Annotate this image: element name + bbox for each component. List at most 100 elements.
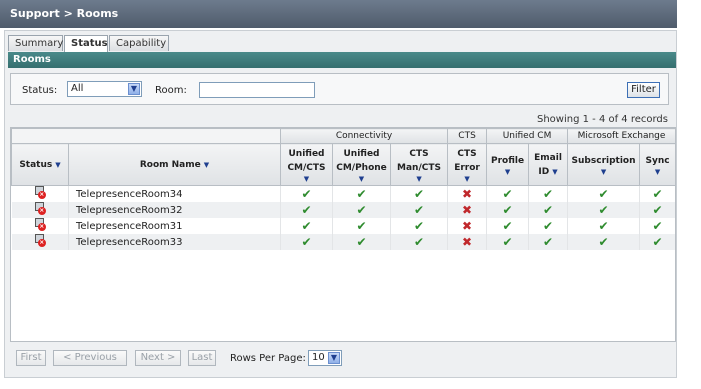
chevron-down-icon[interactable]: ▼: [128, 83, 140, 95]
col-label-line2: ID: [538, 166, 550, 177]
room-name-cell[interactable]: TelepresenceRoom33: [68, 234, 281, 250]
sort-down-arrow-icon[interactable]: ▼: [204, 161, 209, 169]
col-label-line2: Error: [454, 162, 480, 173]
subscription-cell: ✔: [567, 202, 641, 218]
previous-page-button[interactable]: < Previous: [53, 350, 127, 366]
sort-down-arrow-icon[interactable]: ▼: [487, 168, 528, 176]
col-unified-cm-cts[interactable]: Unified CM/CTS ▼: [280, 143, 333, 186]
man-cts-cell: ✔: [390, 185, 449, 202]
man-cts-cell: ✔: [390, 202, 449, 218]
cm-phone-cell: ✔: [332, 185, 391, 202]
col-label-line2: CM/CTS: [287, 162, 326, 173]
room-error-icon: ×: [34, 186, 46, 199]
status-filter-label: Status:: [22, 85, 58, 96]
cm-phone-cell: ✔: [332, 218, 391, 234]
sort-down-arrow-icon[interactable]: ▼: [281, 175, 332, 183]
col-status-label: Status: [19, 159, 53, 170]
email-cell: ✔: [528, 218, 569, 234]
check-icon: ✔: [356, 187, 367, 201]
col-label-line1: Email: [534, 152, 562, 163]
cts-error-cell: ✖: [447, 202, 488, 218]
check-icon: ✔: [301, 203, 312, 217]
col-label-line1: CTS: [409, 148, 429, 159]
tab-capability[interactable]: Capability: [109, 35, 169, 51]
filter-button[interactable]: Filter: [627, 82, 660, 98]
subscription-cell: ✔: [567, 185, 641, 202]
col-unified-cm-phone[interactable]: Unified CM/Phone ▼: [332, 143, 391, 186]
status-select-value: All: [71, 83, 84, 94]
col-status[interactable]: Status ▼: [11, 143, 69, 186]
rooms-table: Connectivity CTS Unified CM Microsoft Ex…: [10, 127, 676, 342]
group-connectivity: Connectivity: [279, 128, 449, 144]
profile-cell: ✔: [486, 218, 530, 234]
col-label-line1: Unified: [288, 148, 325, 159]
check-icon: ✔: [502, 219, 513, 233]
room-search-input[interactable]: [199, 82, 315, 98]
check-icon: ✔: [598, 219, 609, 233]
tab-summary[interactable]: Summary: [8, 35, 63, 51]
cm-cts-cell: ✔: [280, 202, 333, 218]
col-room-name[interactable]: Room Name ▼: [68, 143, 281, 186]
cross-icon: ✖: [462, 203, 473, 217]
chevron-down-icon[interactable]: ▼: [328, 352, 340, 364]
table-row[interactable]: × TelepresenceRoom31 ✔ ✔ ✔ ✖ ✔ ✔ ✔ ✔: [11, 218, 675, 234]
status-select[interactable]: All ▼: [67, 81, 142, 97]
status-cell: ×: [11, 202, 69, 218]
first-page-button[interactable]: First: [16, 350, 46, 366]
room-error-icon: ×: [34, 218, 46, 231]
col-label-line1: CTS: [457, 148, 477, 159]
record-count: Showing 1 - 4 of 4 records: [536, 114, 668, 125]
col-label-line1: Unified: [343, 148, 380, 159]
table-row[interactable]: × TelepresenceRoom32 ✔ ✔ ✔ ✖ ✔ ✔ ✔ ✔: [11, 202, 675, 218]
check-icon: ✔: [543, 235, 554, 249]
check-icon: ✔: [301, 187, 312, 201]
last-page-button[interactable]: Last: [188, 350, 216, 366]
group-exchange: Microsoft Exchange: [567, 128, 675, 144]
col-profile[interactable]: Profile ▼: [486, 143, 530, 186]
check-icon: ✔: [301, 235, 312, 249]
check-icon: ✔: [413, 187, 425, 201]
room-name-cell[interactable]: TelepresenceRoom34: [68, 185, 281, 202]
check-icon: ✔: [413, 203, 425, 217]
check-icon: ✔: [652, 203, 663, 217]
sort-down-arrow-icon[interactable]: ▼: [333, 175, 390, 183]
check-icon: ✔: [356, 203, 367, 217]
col-email-id[interactable]: Email ID ▼: [528, 143, 569, 186]
rows-per-page-select[interactable]: 10 ▼: [308, 350, 342, 366]
cm-phone-cell: ✔: [332, 234, 391, 250]
email-cell: ✔: [528, 185, 569, 202]
col-label-line2: CM/Phone: [336, 162, 387, 173]
sort-down-arrow-icon[interactable]: ▼: [391, 175, 447, 183]
col-subscription[interactable]: Subscription ▼: [567, 143, 641, 186]
email-cell: ✔: [528, 202, 569, 218]
tab-status[interactable]: Status: [64, 35, 108, 52]
table-row[interactable]: × TelepresenceRoom33 ✔ ✔ ✔ ✖ ✔ ✔ ✔ ✔: [11, 234, 675, 250]
cross-icon: ✖: [462, 187, 473, 201]
group-unified-cm: Unified CM: [486, 128, 569, 144]
sort-down-arrow-icon[interactable]: ▼: [640, 168, 675, 176]
man-cts-cell: ✔: [390, 218, 449, 234]
next-page-button[interactable]: Next >: [135, 350, 181, 366]
sort-down-arrow-icon[interactable]: ▼: [568, 168, 639, 176]
col-sync[interactable]: Sync ▼: [639, 143, 675, 186]
cm-phone-cell: ✔: [332, 202, 391, 218]
email-cell: ✔: [528, 234, 569, 250]
table-row[interactable]: × TelepresenceRoom34 ✔ ✔ ✔ ✖ ✔ ✔ ✔ ✔: [11, 185, 675, 202]
group-spacer: [11, 128, 281, 144]
check-icon: ✔: [502, 203, 513, 217]
sort-down-arrow-icon[interactable]: ▼: [55, 161, 60, 169]
sort-down-arrow-icon[interactable]: ▼: [552, 168, 557, 176]
check-icon: ✔: [502, 235, 513, 249]
status-cell: ×: [11, 218, 69, 234]
man-cts-cell: ✔: [390, 234, 449, 250]
sync-cell: ✔: [639, 185, 675, 202]
breadcrumb: Support > Rooms: [0, 0, 677, 28]
sort-down-arrow-icon[interactable]: ▼: [448, 175, 486, 183]
col-sync-label: Sync: [645, 155, 670, 166]
profile-cell: ✔: [486, 234, 530, 250]
room-name-cell[interactable]: TelepresenceRoom32: [68, 202, 281, 218]
col-cts-error[interactable]: CTS Error ▼: [447, 143, 488, 186]
col-cts-man-cts[interactable]: CTS Man/CTS ▼: [389, 143, 449, 186]
check-icon: ✔: [543, 203, 554, 217]
room-name-cell[interactable]: TelepresenceRoom31: [68, 218, 281, 234]
